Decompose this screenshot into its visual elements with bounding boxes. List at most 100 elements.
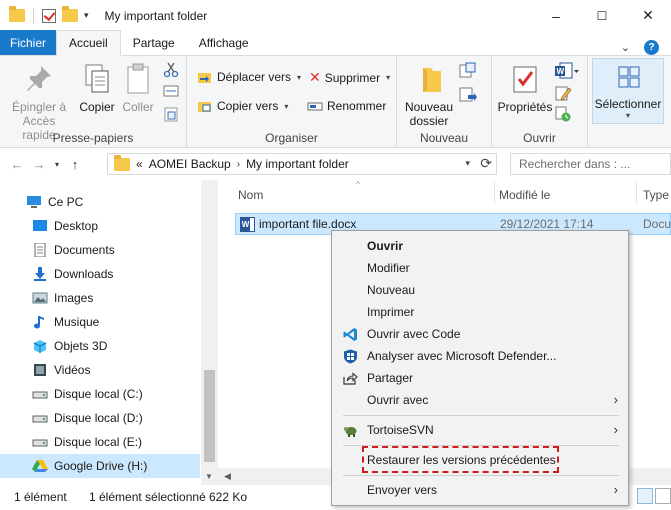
close-button[interactable]: ✕ <box>625 0 671 31</box>
folder-icon <box>9 6 25 22</box>
nav-item-disque-e[interactable]: Disque local (E:) <box>0 430 200 454</box>
scissors-icon[interactable] <box>163 62 179 78</box>
new-folder-icon[interactable] <box>62 6 78 22</box>
word-document-icon <box>240 217 255 232</box>
select-label: Sélectionner <box>594 97 662 111</box>
menu-item-envoyer-vers[interactable]: Envoyer vers › <box>332 479 628 501</box>
group-selectionner[interactable]: Sélectionner ▾ <box>592 58 664 124</box>
breadcrumb-my-important-folder[interactable]: My important folder <box>246 157 349 171</box>
file-modified: 29/12/2021 17:14 <box>500 217 594 231</box>
breadcrumb-overflow[interactable]: « <box>136 157 143 171</box>
images-icon <box>32 292 48 304</box>
move-to-button[interactable]: Déplacer vers ▾ <box>197 69 301 85</box>
menu-item-ouvrir-avec[interactable]: Ouvrir avec › <box>332 389 628 411</box>
copy-button[interactable]: Copier <box>76 62 118 114</box>
menu-item-analyser-defender[interactable]: Analyser avec Microsoft Defender... <box>332 345 628 367</box>
refresh-icon[interactable]: ⟳ <box>480 155 492 172</box>
column-header-modifie-le[interactable]: Modifié le <box>499 188 550 202</box>
nav-label: Objets 3D <box>54 339 108 353</box>
tab-affichage[interactable]: Affichage <box>187 30 261 55</box>
pin-icon <box>27 66 51 91</box>
column-divider[interactable] <box>636 182 637 204</box>
nav-label: Disque local (E:) <box>54 435 143 449</box>
copy-path-icon[interactable] <box>163 84 179 98</box>
rename-button[interactable]: Renommer <box>307 98 386 114</box>
customize-qat-icon[interactable]: ▾ <box>84 10 89 21</box>
menu-item-ouvrir-avec-code[interactable]: Ouvrir avec Code <box>332 323 628 345</box>
sort-indicator-icon: ^ <box>356 180 360 189</box>
nav-item-disque-c[interactable]: Disque local (C:) <box>0 382 200 406</box>
column-header-type[interactable]: Type <box>643 188 669 202</box>
history-icon[interactable] <box>554 106 572 122</box>
maximize-button[interactable]: ☐ <box>579 0 625 31</box>
menu-item-tortoisesvn[interactable]: TortoiseSVN › <box>332 419 628 441</box>
tab-partage[interactable]: Partage <box>121 30 187 55</box>
menu-item-ouvrir[interactable]: Ouvrir <box>332 235 628 257</box>
forward-arrow-icon[interactable]: → <box>28 157 50 172</box>
nav-label: Google Drive (H:) <box>54 459 148 473</box>
paste-shortcut-icon[interactable] <box>163 106 179 122</box>
chevron-down-icon: ▾ <box>625 111 630 120</box>
nav-item-google-drive[interactable]: Google Drive (H:) <box>0 454 200 478</box>
nav-item-disque-d[interactable]: Disque local (D:) <box>0 406 200 430</box>
copy-label: Copier <box>79 100 115 114</box>
recent-locations-icon[interactable]: ▾ <box>50 160 64 169</box>
menu-item-partager[interactable]: Partager <box>332 367 628 389</box>
tab-fichier[interactable]: Fichier <box>0 30 56 55</box>
breadcrumb-aomei-backup[interactable]: AOMEI Backup <box>149 157 231 171</box>
easy-access-icon[interactable] <box>458 86 478 104</box>
scroll-down-icon[interactable]: ▼ <box>205 472 213 481</box>
up-arrow-icon[interactable]: ↑ <box>64 157 86 172</box>
view-switcher <box>637 488 671 504</box>
tortoisesvn-icon <box>344 427 357 437</box>
paste-button[interactable]: Coller <box>118 62 158 114</box>
nav-item-documents[interactable]: Documents <box>0 238 200 262</box>
videos-icon <box>34 364 46 376</box>
menu-item-imprimer[interactable]: Imprimer <box>332 301 628 323</box>
copy-to-button[interactable]: Copier vers ▾ <box>197 98 288 114</box>
rename-icon <box>307 102 323 111</box>
delete-button[interactable]: ✕ Supprimer ▾ <box>309 69 390 86</box>
help-icon[interactable]: ? <box>644 40 659 55</box>
edit-icon[interactable] <box>554 84 572 102</box>
nav-label: Desktop <box>54 219 99 233</box>
nav-item-objets-3d[interactable]: Objets 3D <box>0 334 200 358</box>
word-open-icon[interactable]: W <box>554 62 580 80</box>
large-icons-view-icon[interactable] <box>655 488 671 504</box>
nav-item-videos[interactable]: Vidéos <box>0 358 200 382</box>
back-arrow-icon[interactable]: ← <box>6 157 28 172</box>
scroll-left-icon[interactable]: ◀ <box>224 471 231 482</box>
pin-quick-access-button[interactable]: Épingler à Accès rapide <box>6 62 72 142</box>
scrollbar-thumb[interactable] <box>204 370 215 462</box>
nav-item-images[interactable]: Images <box>0 286 200 310</box>
nav-item-musique[interactable]: Musique <box>0 310 200 334</box>
address-bar[interactable]: « AOMEI Backup › My important folder ▾ ⟳ <box>107 153 497 175</box>
column-header-nom[interactable]: Nom <box>238 188 263 202</box>
ribbon-tabs: Fichier Accueil Partage Affichage ⌄ ? <box>0 30 671 56</box>
group-label-ouvrir: Ouvrir <box>523 131 556 145</box>
nav-pane-scrollbar[interactable]: ▼ <box>201 180 218 485</box>
minimize-button[interactable]: – <box>533 0 579 31</box>
menu-item-nouveau[interactable]: Nouveau <box>332 279 628 301</box>
tab-accueil[interactable]: Accueil <box>56 30 121 56</box>
chevron-down-icon[interactable]: ⌄ <box>621 41 630 54</box>
properties-check-icon[interactable] <box>42 8 56 23</box>
nav-item-downloads[interactable]: Downloads <box>0 262 200 286</box>
new-folder-label: Nouveau dossier <box>404 100 454 128</box>
menu-divider <box>343 475 619 476</box>
nav-item-desktop[interactable]: Desktop <box>0 214 200 238</box>
nav-item-ce-pc[interactable]: Ce PC <box>0 190 200 214</box>
group-ouvrir: Propriétés W Ouvrir <box>492 56 588 148</box>
search-input[interactable]: Rechercher dans : ... <box>510 153 671 175</box>
chevron-right-icon[interactable]: › <box>237 159 240 170</box>
clipboard-icon <box>127 63 149 94</box>
chevron-down-icon[interactable]: ▾ <box>465 158 470 169</box>
new-folder-button[interactable]: Nouveau dossier <box>403 62 455 128</box>
desktop-icon <box>33 220 47 231</box>
column-divider[interactable] <box>494 182 495 204</box>
details-view-icon[interactable] <box>637 488 653 504</box>
menu-item-modifier[interactable]: Modifier <box>332 257 628 279</box>
properties-button[interactable]: Propriétés <box>496 62 554 114</box>
search-placeholder: Rechercher dans : ... <box>519 157 631 171</box>
new-item-icon[interactable] <box>458 62 478 80</box>
